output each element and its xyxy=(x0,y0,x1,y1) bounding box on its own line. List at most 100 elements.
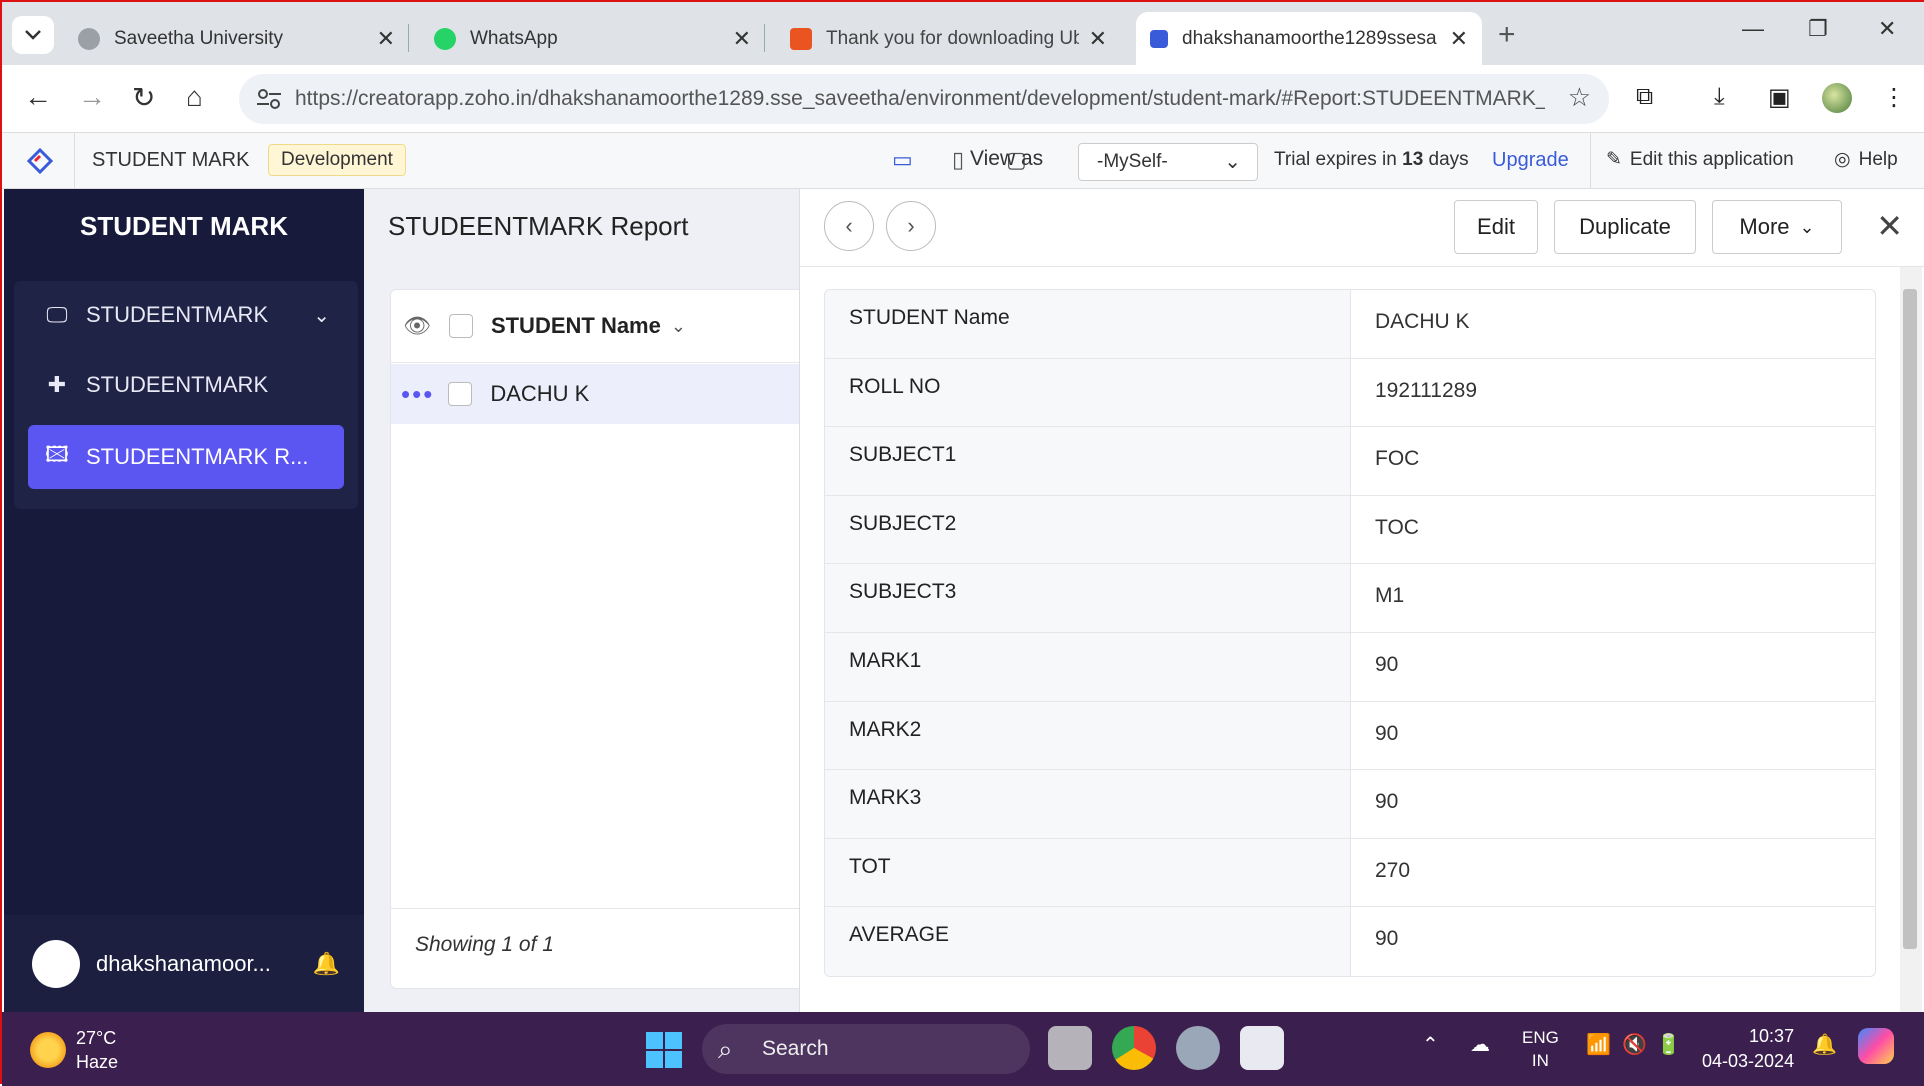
close-icon[interactable]: ✕ xyxy=(1876,207,1903,245)
language-indicator[interactable]: ENG IN xyxy=(1522,1026,1559,1072)
eye-icon[interactable]: 👁 xyxy=(403,313,431,339)
field-value: TOC xyxy=(1375,515,1419,539)
column-header-student-name[interactable]: STUDENT Name xyxy=(491,313,661,339)
field-label: AVERAGE xyxy=(825,907,1351,976)
weather-widget[interactable]: 27°C Haze xyxy=(30,1026,118,1074)
app-name: STUDENT MARK xyxy=(92,149,250,171)
sidebar-item-report[interactable]: 🖾 STUDEENTMARK R... xyxy=(28,425,344,489)
chrome-icon[interactable] xyxy=(1112,1026,1156,1070)
detail-row-mark2: MARK2 90 xyxy=(825,701,1875,771)
minimize-button[interactable]: — xyxy=(1742,16,1764,42)
new-tab-button[interactable]: + xyxy=(1498,18,1516,52)
task-view-icon[interactable] xyxy=(1048,1026,1092,1070)
taskbar-search[interactable]: ⌕ Search xyxy=(702,1024,1030,1074)
zoho-creator-icon xyxy=(1150,29,1168,48)
restore-button[interactable]: ❐ xyxy=(1808,16,1828,42)
divider xyxy=(74,133,75,189)
speaker-muted-icon[interactable]: 🔇 xyxy=(1622,1032,1647,1057)
tab-search-dropdown[interactable] xyxy=(12,16,54,54)
wifi-icon[interactable]: 📶 xyxy=(1586,1032,1611,1057)
previous-record-button[interactable]: ‹ xyxy=(824,201,874,251)
field-label: MARK1 xyxy=(825,632,1351,701)
notification-bell-icon[interactable]: 🔔 xyxy=(1812,1032,1837,1057)
windows-taskbar: 27°C Haze ⌕ Search ⌃ ☁ ENG IN 📶 🔇 🔋 10:3… xyxy=(2,1012,1924,1086)
chevron-up-icon[interactable]: ⌃ xyxy=(1422,1032,1439,1057)
environment-badge: Development xyxy=(268,144,406,176)
row-student-name: DACHU K xyxy=(490,381,590,406)
help-icon: ◎ xyxy=(1834,149,1851,170)
site-info-icon[interactable] xyxy=(253,84,285,114)
sidebar-section-header[interactable]: 🖵 STUDEENTMARK ⌄ xyxy=(28,283,344,347)
pencil-icon: ✎ xyxy=(1606,149,1622,170)
download-icon[interactable]: ⤓ xyxy=(1714,83,1725,111)
sidebar: STUDENT MARK 🖵 STUDEENTMARK ⌄ ✚ STUDEENT… xyxy=(4,189,364,1012)
date: 04-03-2024 xyxy=(1702,1051,1795,1071)
weather-condition: Haze xyxy=(76,1052,119,1072)
sidebar-user[interactable]: dhakshanamoor... 🔔 xyxy=(4,915,364,1012)
duplicate-button[interactable]: Duplicate xyxy=(1554,200,1696,254)
edit-button[interactable]: Edit xyxy=(1454,200,1538,254)
row-actions-icon[interactable]: ••• xyxy=(401,379,434,410)
extensions-icon[interactable]: ⧉ xyxy=(1636,83,1653,111)
field-label: MARK2 xyxy=(825,701,1351,770)
forward-button[interactable]: → xyxy=(78,81,106,113)
sidebar-item-form[interactable]: ✚ STUDEENTMARK xyxy=(28,353,344,417)
back-button[interactable]: ← xyxy=(24,81,52,113)
field-label: SUBJECT2 xyxy=(825,495,1351,564)
settings-gear-icon[interactable] xyxy=(1176,1026,1220,1070)
bookmark-star-icon[interactable]: ☆ xyxy=(1568,82,1591,113)
profile-avatar[interactable] xyxy=(1822,83,1852,113)
cloud-icon[interactable]: ☁ xyxy=(1470,1032,1490,1057)
upgrade-link[interactable]: Upgrade xyxy=(1492,149,1569,172)
window-close-button[interactable]: ✕ xyxy=(1878,16,1896,42)
close-icon[interactable]: ✕ xyxy=(377,26,395,52)
reload-button[interactable]: ↻ xyxy=(132,81,155,114)
detail-row-subject3: SUBJECT3 M1 xyxy=(825,564,1875,633)
detail-header: ‹ › Edit Duplicate More ⌄ ✕ xyxy=(800,189,1924,267)
desktop-view-icon[interactable]: ▭ xyxy=(892,147,913,173)
menu-icon[interactable]: ⋮ xyxy=(1882,83,1906,112)
browser-toolbar: ← → ↻ ⌂ https://creatorapp.zoho.in/dhaks… xyxy=(2,65,1924,133)
next-record-button[interactable]: › xyxy=(886,201,936,251)
browser-tab-whatsapp[interactable]: WhatsApp ✕ xyxy=(420,12,765,65)
row-checkbox[interactable] xyxy=(448,382,473,406)
scrollbar-thumb[interactable] xyxy=(1903,289,1917,949)
battery-icon[interactable]: 🔋 xyxy=(1656,1032,1681,1057)
browser-tab-saveetha[interactable]: Saveetha University ✕ xyxy=(64,12,409,65)
home-icon[interactable]: ⌂ xyxy=(186,81,203,113)
view-as-select[interactable]: -MySelf- ⌄ xyxy=(1078,143,1258,181)
browser-tab-ubuntu[interactable]: Thank you for downloading Ubu ✕ xyxy=(776,12,1121,65)
snipping-tool-icon[interactable] xyxy=(1240,1026,1284,1070)
detail-row-subject2: SUBJECT2 TOC xyxy=(825,495,1875,565)
search-icon: ⌕ xyxy=(718,1034,733,1064)
detail-row-mark1: MARK1 90 xyxy=(825,632,1875,702)
clock[interactable]: 10:37 04-03-2024 xyxy=(1702,1024,1794,1074)
field-value: 90 xyxy=(1375,790,1399,814)
table-row[interactable]: ••• DACHU K xyxy=(391,364,811,424)
close-icon[interactable]: ✕ xyxy=(1089,26,1107,52)
report-footer: Showing 1 of 1 xyxy=(391,908,811,990)
chevron-down-icon[interactable]: ⌄ xyxy=(671,316,686,337)
side-panel-icon[interactable]: ▣ xyxy=(1768,83,1791,112)
bell-icon[interactable]: 🔔 xyxy=(313,951,340,977)
select-all-checkbox[interactable] xyxy=(448,314,473,338)
close-icon[interactable]: ✕ xyxy=(733,26,751,52)
monitor-icon: 🖵 xyxy=(46,302,68,327)
report-header: 👁 STUDENT Name ⌄ xyxy=(391,290,811,363)
detail-row-average: AVERAGE 90 xyxy=(825,907,1875,976)
zoho-creator-logo-icon[interactable] xyxy=(26,147,54,175)
browser-tab-zoho[interactable]: dhakshanamoorthe1289ssesa ✕ xyxy=(1136,12,1482,65)
help-button[interactable]: ◎ Help xyxy=(1834,148,1898,171)
globe-icon xyxy=(78,27,100,50)
detail-row-tot: TOT 270 xyxy=(825,838,1875,908)
windows-start-icon[interactable] xyxy=(646,1032,682,1068)
copilot-icon[interactable] xyxy=(1858,1028,1894,1064)
mobile-view-icon[interactable]: ▯ xyxy=(952,147,964,173)
address-bar[interactable]: https://creatorapp.zoho.in/dhakshanamoor… xyxy=(239,74,1609,124)
edit-application-button[interactable]: ✎ Edit this application xyxy=(1606,148,1794,171)
scrollbar[interactable] xyxy=(1900,267,1922,1012)
more-button[interactable]: More ⌄ xyxy=(1712,200,1842,254)
detail-row-roll-no: ROLL NO 192111289 xyxy=(825,358,1875,428)
close-icon[interactable]: ✕ xyxy=(1450,26,1468,52)
chevron-down-icon xyxy=(25,30,41,40)
